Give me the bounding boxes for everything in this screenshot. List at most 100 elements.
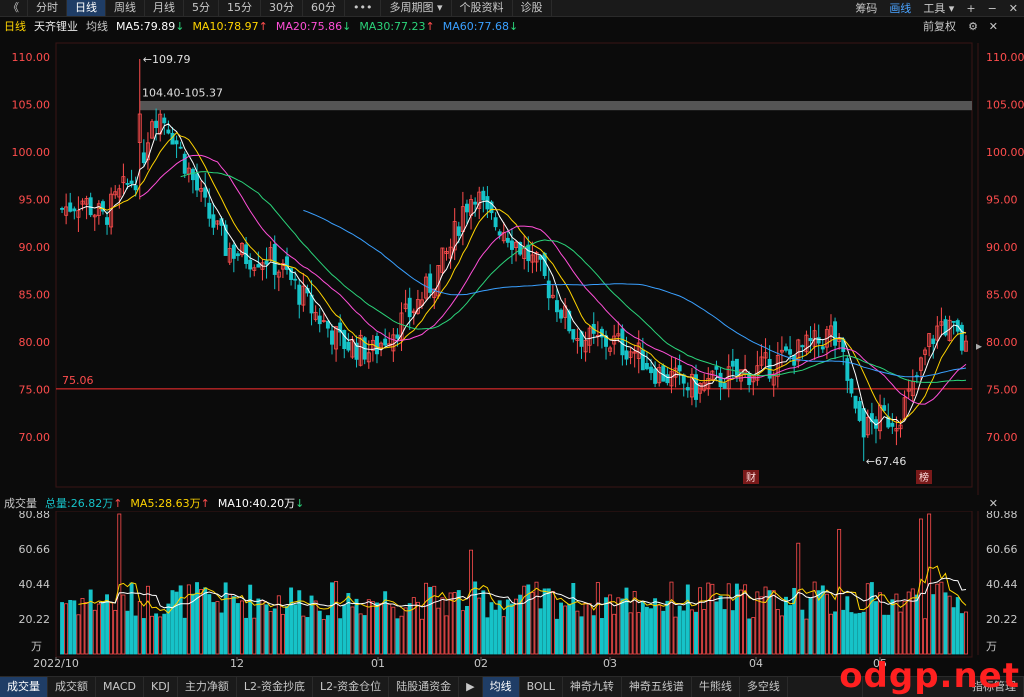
volume-bar [252,617,257,655]
ma-label[interactable]: 均线 [86,18,108,34]
volume-label-right: 40.44 [986,578,1018,591]
volume-bar [510,603,514,655]
price-label-left: 105.00 [12,99,51,112]
candle-body [272,243,277,275]
volume-bar [497,600,502,655]
volume-bar [505,599,510,655]
volume-bar [730,610,735,655]
tab-3[interactable]: 月线 [145,0,184,16]
close-icon[interactable]: ✕ [989,497,998,510]
volume-ma10-line [98,577,967,609]
back-icon[interactable]: 《 [0,0,28,16]
volume-bar [616,597,621,655]
volume-bar [902,601,907,655]
candle-body [784,346,788,351]
candle-body [493,217,498,228]
indicator-tab-10[interactable]: BOLL [520,677,563,697]
candle-body [481,190,486,201]
candle-body [833,321,838,346]
tab-7[interactable]: 60分 [303,0,345,16]
volume-bar [358,613,363,655]
tab-11[interactable]: 诊股 [513,0,552,16]
volume-label-right: 20.22 [986,613,1018,626]
tab-6[interactable]: 30分 [261,0,303,16]
candle-body [661,365,666,382]
volume-bar [514,598,518,655]
tab-1[interactable]: 日线 [67,0,106,16]
volume-bar [685,584,690,655]
volume-bar [477,597,482,655]
top-tool-1[interactable]: 画线 [883,0,917,16]
top-tool-0[interactable]: 筹码 [849,0,883,16]
indicator-tab-5[interactable]: L2-资金抄底 [237,677,314,697]
volume-bar [587,603,592,655]
volume-bar [743,584,748,655]
watermark: odgp.net [839,656,1020,696]
volume-bar [583,602,588,655]
volume-bar [501,616,506,655]
volume-bar [898,611,903,655]
volume-bar [829,613,833,655]
volume-bar [550,591,555,655]
candle-body [248,259,253,270]
volume-bar [150,615,154,655]
indicator-tab-3[interactable]: KDJ [144,677,178,697]
adjust-button[interactable]: 前复权 [923,18,956,34]
indicator-tab-7[interactable]: 陆股通资金 [389,677,460,697]
ma5-line [78,123,967,426]
candle-body [546,280,551,299]
volume-bar [473,581,478,655]
volume-bar [943,592,948,655]
indicator-tab-9[interactable]: 均线 [482,677,520,697]
volume-bar [362,615,367,655]
volume-bar [861,611,866,655]
top-tool-3[interactable]: + [960,2,981,15]
volume-bar [865,583,870,655]
price-label-right: 80.00 [986,336,1018,349]
tab-4[interactable]: 5分 [184,0,219,16]
volume-bar [350,606,355,655]
volume-bar [751,617,756,655]
volume-bar [342,604,347,655]
tab-9[interactable]: 多周期图 ▾ [381,0,452,16]
tab-0[interactable]: 分时 [28,0,67,16]
indicator-tab-12[interactable]: 神奇五线谱 [622,677,692,697]
indicator-tab-0[interactable]: 成交量 [0,677,48,697]
top-tool-4[interactable]: − [982,2,1003,15]
volume-bar [178,585,183,655]
candle-body [510,240,514,250]
volume-bar [788,605,793,655]
indicator-tab-6[interactable]: L2-资金仓位 [313,677,390,697]
candle-body [72,208,77,212]
settings-icon[interactable]: ⚙ [968,20,978,33]
top-tool-5[interactable]: ✕ [1003,2,1024,15]
volume-bar [305,617,310,655]
candle-body [195,173,199,191]
candle-body [317,315,322,325]
indicator-tab-4[interactable]: 主力净额 [178,677,237,697]
top-tool-2[interactable]: 工具 ▾ [917,0,960,16]
indicator-tab-8[interactable]: ▶ [459,677,483,697]
candle-body [162,117,167,124]
price-label-left: 95.00 [19,194,51,207]
tab-8[interactable]: ••• [345,0,382,16]
kline-chart[interactable]: 110.00 110.00 105.00 105.00 100.00 100.00 95.0… [0,35,1024,676]
candle-body [853,395,858,409]
volume-bar [534,581,539,655]
candle-body [788,349,793,355]
volume-bar [460,610,465,655]
tab-5[interactable]: 15分 [219,0,261,16]
close-icon[interactable]: ✕ [989,20,998,33]
candle-body [624,350,629,360]
volume-bar [734,583,739,655]
volume-bar [280,613,285,655]
tab-2[interactable]: 周线 [106,0,145,16]
indicator-tab-14[interactable]: 多空线 [740,677,788,697]
volume-bar [182,617,187,655]
candle-body [505,237,510,243]
indicator-tab-13[interactable]: 牛熊线 [692,677,740,697]
tab-10[interactable]: 个股资料 [452,0,513,16]
indicator-tab-2[interactable]: MACD [96,677,144,697]
indicator-tab-1[interactable]: 成交额 [48,677,96,697]
indicator-tab-11[interactable]: 神奇九转 [563,677,622,697]
